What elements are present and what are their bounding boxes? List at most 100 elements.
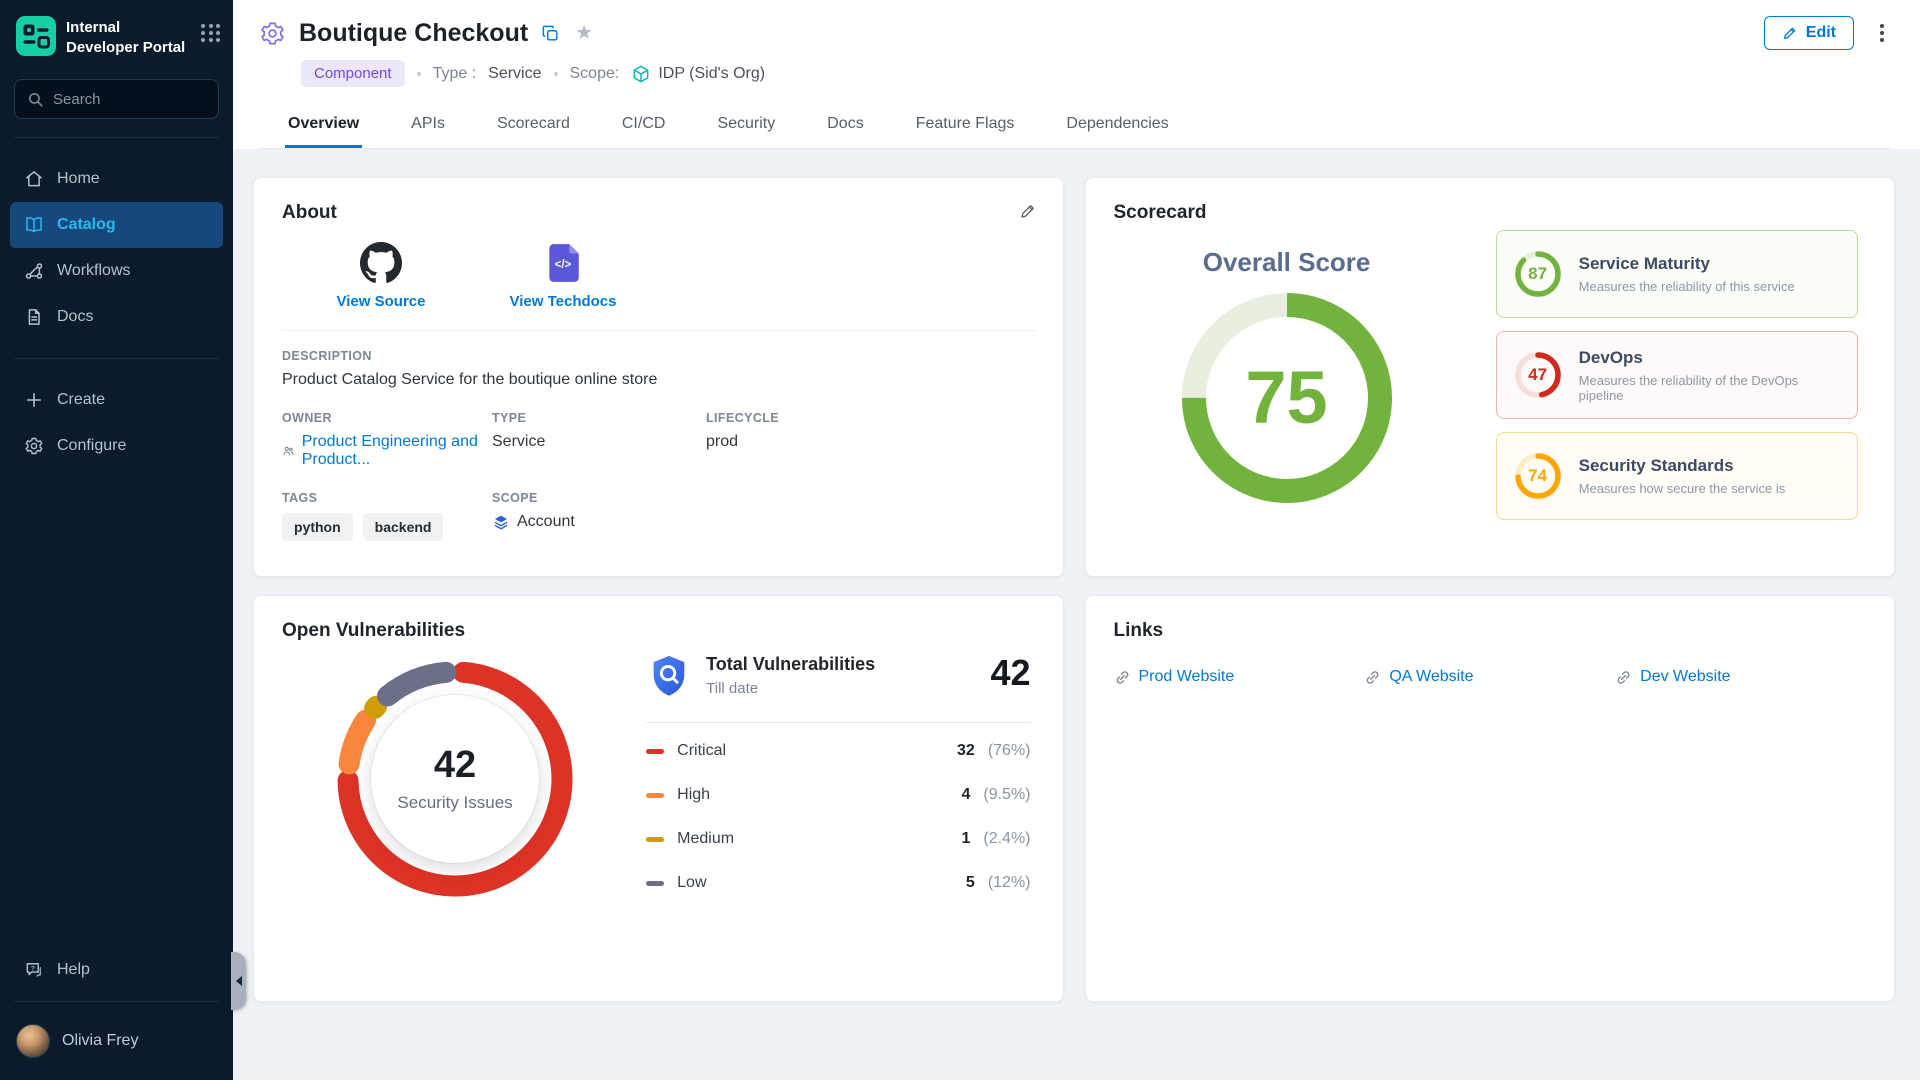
tab-feature-flags[interactable]: Feature Flags — [913, 101, 1018, 148]
pencil-icon — [1019, 202, 1037, 220]
links-card: Links Prod Website — [1085, 595, 1896, 1002]
sidebar-item-home[interactable]: Home — [10, 156, 223, 202]
tab-docs[interactable]: Docs — [824, 101, 866, 148]
svg-text:</>: </> — [555, 259, 572, 271]
tab-overview[interactable]: Overview — [285, 101, 362, 148]
search-input[interactable] — [53, 91, 252, 108]
app-switcher-icon[interactable] — [201, 24, 221, 42]
vulnerabilities-donut-chart: 42 Security Issues — [335, 659, 575, 899]
field-lifecycle: LIFECYCLE prod — [706, 411, 1035, 469]
sidebar-item-workflows[interactable]: Workflows — [10, 248, 223, 294]
copy-name-button[interactable] — [539, 22, 562, 45]
score-ring: 47 — [1513, 350, 1563, 400]
type-value: Service — [488, 65, 541, 83]
tab-dependencies[interactable]: Dependencies — [1063, 101, 1171, 148]
team-icon — [282, 442, 295, 460]
svg-text:?: ? — [31, 965, 35, 972]
divider — [646, 722, 1030, 723]
qa-website-link[interactable]: QA Website — [1364, 668, 1615, 686]
user-menu[interactable]: Olivia Frey — [0, 1010, 233, 1080]
search-icon — [27, 91, 44, 108]
main-area: Boutique Checkout ★ Edit — [233, 0, 1920, 1080]
overall-score-chart: Overall Score 75 — [1114, 247, 1460, 504]
about-title: About — [282, 202, 1035, 224]
chevron-left-icon — [236, 976, 242, 986]
link-icon — [1615, 669, 1632, 686]
dot-separator — [554, 72, 558, 76]
sidebar-item-configure[interactable]: Configure — [10, 423, 223, 469]
scope-label: Scope: — [570, 65, 620, 83]
low-dash-icon — [646, 881, 664, 886]
owner-link[interactable]: Product Engineering and Product... — [282, 433, 478, 469]
score-item-service-maturity[interactable]: 87 Service Maturity Measures the reliabi… — [1496, 230, 1858, 318]
sidebar-item-catalog[interactable]: Catalog — [10, 202, 223, 248]
total-vulnerabilities-count: 42 — [990, 652, 1030, 694]
link-icon — [1364, 669, 1381, 686]
sidebar-item-label: Home — [57, 170, 100, 188]
severity-row-medium: Medium 1 (2.4%) — [646, 817, 1030, 861]
score-item-devops[interactable]: 47 DevOps Measures the reliability of th… — [1496, 331, 1858, 419]
type-label: Type : — [433, 65, 477, 83]
copy-icon — [541, 24, 560, 43]
component-gear-icon — [259, 20, 286, 47]
tab-security[interactable]: Security — [714, 101, 778, 148]
divider — [14, 358, 219, 359]
sidebar-item-docs[interactable]: Docs — [10, 294, 223, 340]
field-tags: TAGS python backend — [282, 491, 478, 541]
cube-icon — [631, 64, 651, 84]
severity-row-low: Low 5 (12%) — [646, 861, 1030, 905]
avatar — [16, 1024, 50, 1058]
favorite-star-button[interactable]: ★ — [573, 21, 595, 45]
page-header: Boutique Checkout ★ Edit — [233, 0, 1920, 149]
tab-bar: Overview APIs Scorecard CI/CD Security D… — [259, 101, 1890, 149]
tag-chip: backend — [363, 513, 444, 541]
page-title: Boutique Checkout — [299, 19, 528, 48]
scope-value: IDP (Sid's Org) — [631, 64, 765, 84]
severity-row-critical: Critical 32 (76%) — [646, 729, 1030, 773]
content-grid: About View Source — [233, 149, 1920, 1080]
brand-logo-icon — [16, 16, 56, 56]
tab-cicd[interactable]: CI/CD — [619, 101, 669, 148]
score-item-security-standards[interactable]: 74 Security Standards Measures how secur… — [1496, 432, 1858, 520]
tab-scorecard[interactable]: Scorecard — [494, 101, 573, 148]
field-scope: SCOPE Account — [492, 491, 692, 541]
view-techdocs-link[interactable]: </> View Techdocs — [500, 242, 626, 310]
pencil-icon — [1782, 25, 1798, 41]
breadcrumb: Component Type : Service Scope: IDP (Sid… — [301, 60, 1890, 87]
star-icon: ★ — [575, 23, 593, 43]
score-ring: 74 — [1513, 451, 1563, 501]
tab-apis[interactable]: APIs — [408, 101, 448, 148]
sidebar-item-create[interactable]: Create — [10, 377, 223, 423]
vulnerabilities-card: Open Vulnerabilities 42 Security Issues — [253, 595, 1064, 1002]
sidebar-item-label: Configure — [57, 437, 126, 455]
sidebar-item-label: Create — [57, 391, 105, 409]
sidebar-item-label: Docs — [57, 308, 93, 326]
high-dash-icon — [646, 793, 664, 798]
about-card: About View Source — [253, 177, 1064, 577]
dev-website-link[interactable]: Dev Website — [1615, 668, 1866, 686]
links-title: Links — [1114, 620, 1867, 642]
search-box — [14, 79, 219, 119]
about-edit-button[interactable] — [1017, 200, 1039, 222]
edit-button[interactable]: Edit — [1764, 16, 1854, 50]
view-source-link[interactable]: View Source — [318, 242, 444, 310]
account-scope-icon — [492, 513, 510, 531]
workflow-icon — [24, 261, 44, 281]
entity-kind-badge: Component — [301, 60, 405, 87]
sidebar-item-help[interactable]: ? Help — [10, 947, 223, 993]
critical-dash-icon — [646, 749, 664, 754]
more-options-button[interactable] — [1874, 20, 1890, 46]
link-icon — [1114, 669, 1131, 686]
overall-score-label: Overall Score — [1203, 247, 1371, 278]
sidebar-collapse-handle[interactable] — [231, 952, 246, 1010]
prod-website-link[interactable]: Prod Website — [1114, 668, 1365, 686]
score-ring: 87 — [1513, 249, 1563, 299]
divider — [14, 137, 219, 138]
field-description: DESCRIPTION Product Catalog Service for … — [282, 349, 1035, 389]
book-icon — [24, 215, 44, 235]
edit-button-label: Edit — [1806, 24, 1836, 42]
sidebar: Internal Developer Portal Home — [0, 0, 233, 1080]
medium-dash-icon — [646, 837, 664, 842]
github-icon — [360, 242, 402, 284]
overall-score-value: 75 — [1181, 292, 1393, 504]
